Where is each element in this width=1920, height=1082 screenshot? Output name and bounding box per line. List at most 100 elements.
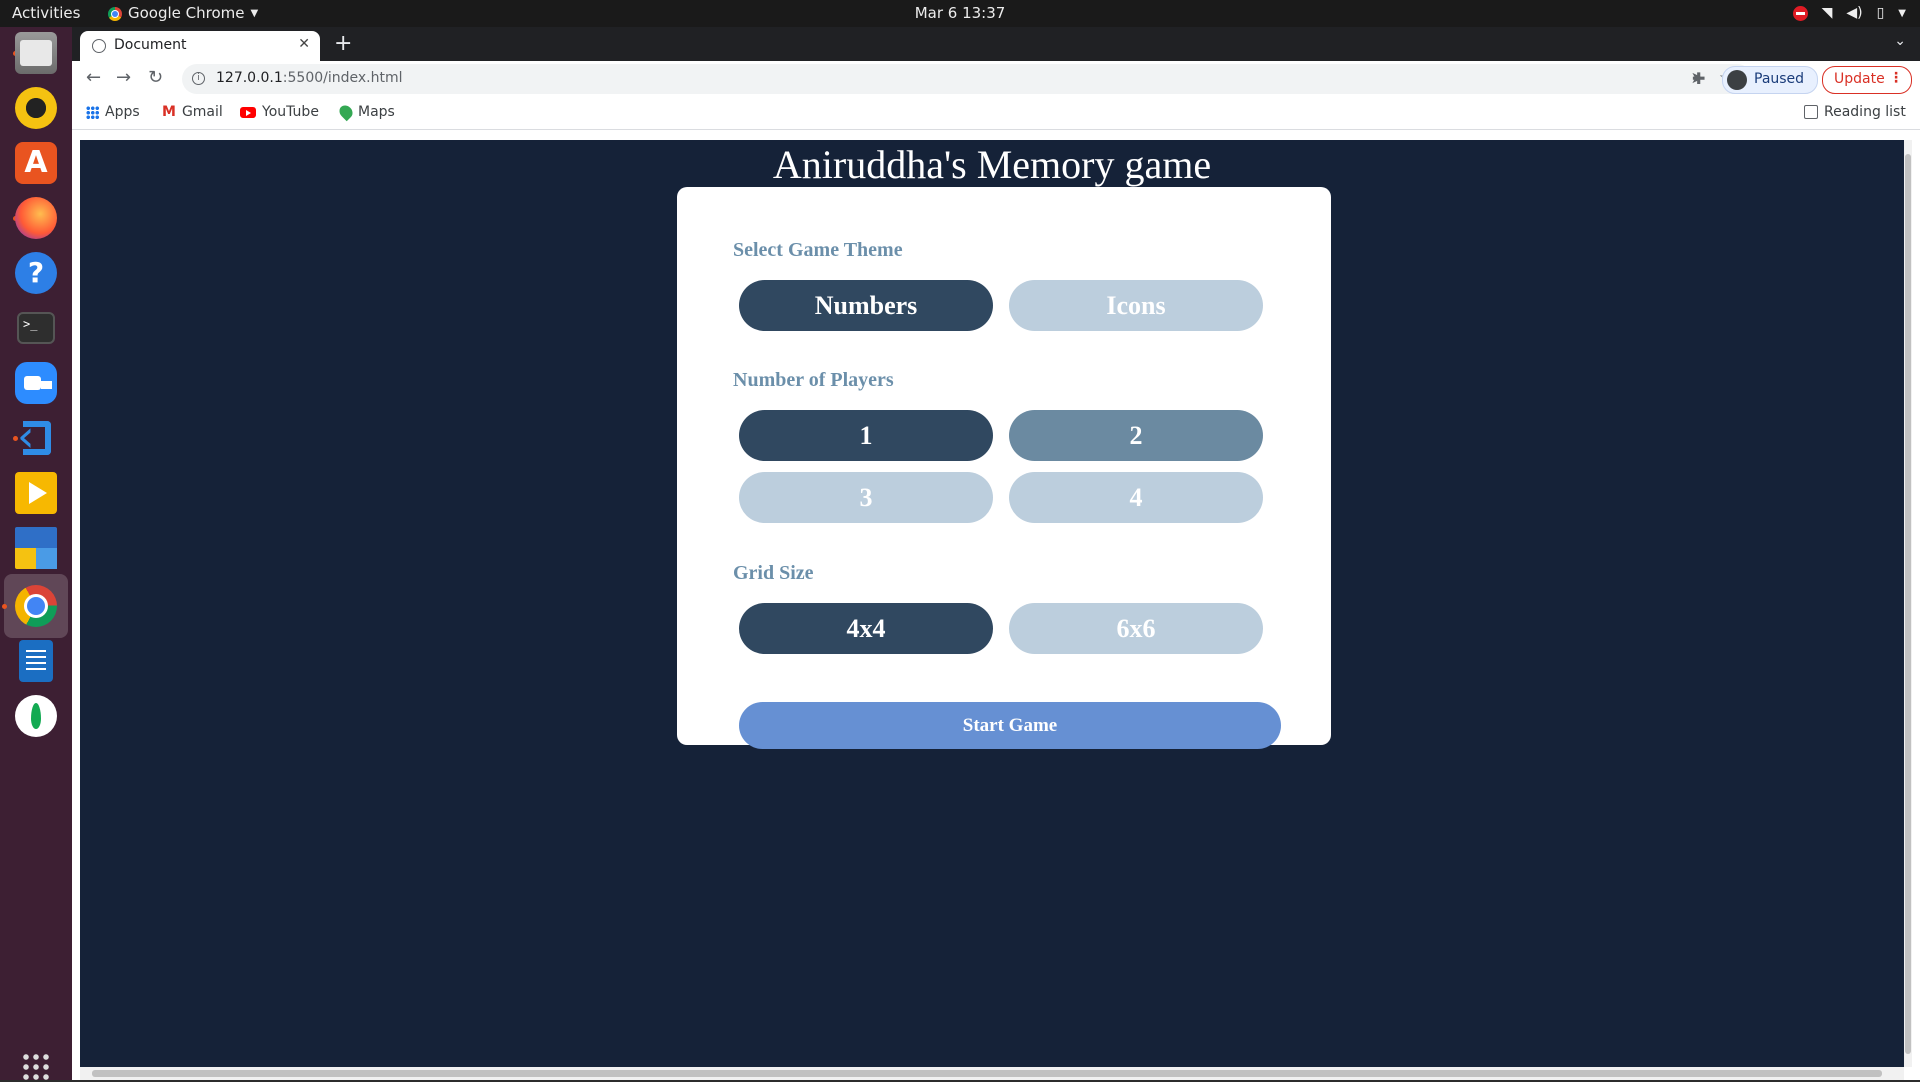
avatar (1727, 70, 1747, 90)
dock-slides[interactable] (10, 467, 62, 519)
dock-vscode[interactable] (10, 411, 62, 464)
dock-firefox[interactable] (10, 192, 62, 244)
more-vert-icon: ⋮ (1889, 70, 1903, 86)
youtube-icon (240, 106, 256, 118)
maps-icon (336, 102, 356, 122)
do-not-disturb-icon (1792, 6, 1808, 21)
volume-icon: ◀) (1846, 5, 1863, 21)
scrollbar-thumb[interactable] (1905, 154, 1911, 1054)
bookmark-youtube[interactable]: YouTube (240, 104, 319, 120)
horizontal-scrollbar[interactable] (80, 1067, 1904, 1080)
system-top-bar: Activities Google Chrome ▼ Mar 6 13:37 ◥… (0, 0, 1920, 27)
dock-writer[interactable] (10, 635, 62, 687)
url-host: 127.0.0.1 (216, 70, 283, 86)
clock-area: Mar 6 13:37 (0, 0, 1920, 27)
apps-grid-icon (86, 105, 99, 119)
grid-size-label: Grid Size (733, 562, 814, 584)
players-label: Number of Players (733, 369, 894, 391)
show-apps-grid-icon[interactable] (21, 1052, 51, 1082)
gmail-icon: M (162, 104, 176, 120)
blocks-app-icon (15, 527, 57, 569)
dock-chrome[interactable] (2, 574, 68, 638)
theme-numbers-button[interactable]: Numbers (739, 280, 993, 331)
chevron-down-icon[interactable]: ⌄ (1894, 33, 1906, 49)
profile-label: Paused (1754, 71, 1805, 87)
update-label: Update (1834, 71, 1885, 87)
clock[interactable]: Mar 6 13:37 (915, 4, 1006, 22)
chrome-icon (108, 6, 122, 21)
rhythmbox-icon (15, 87, 57, 129)
bookmark-label: Gmail (181, 104, 223, 120)
players-2-button[interactable]: 2 (1009, 410, 1263, 461)
vscode-icon (15, 411, 57, 462)
zoom-icon (15, 362, 57, 404)
bookmark-label: Maps (358, 104, 395, 120)
bookmark-label: Apps (105, 104, 140, 120)
dock-rhythmbox[interactable] (10, 82, 62, 134)
url-path: :5500/index.html (282, 70, 403, 86)
players-4-button[interactable]: 4 (1009, 472, 1263, 523)
dock-software[interactable]: A (10, 137, 62, 189)
dock-zoom[interactable] (10, 357, 62, 409)
theme-icons-button[interactable]: Icons (1009, 280, 1263, 331)
terminal-icon: >_ (17, 312, 55, 344)
game-setup-card: Select Game Theme Numbers Icons Number o… (677, 187, 1331, 749)
info-icon[interactable]: i (192, 72, 205, 85)
activities-button[interactable]: Activities (12, 0, 80, 27)
profile-button[interactable]: Paused (1722, 66, 1818, 94)
help-icon: ? (15, 252, 57, 294)
dock-files[interactable] (10, 27, 62, 79)
puzzle-icon[interactable]: ✚ (1692, 69, 1705, 88)
firefox-icon (15, 197, 57, 239)
bookmark-label: YouTube (262, 104, 319, 120)
reading-list-button[interactable]: Reading list (1804, 104, 1906, 120)
grid-4x4-button[interactable]: 4x4 (739, 603, 993, 654)
battery-icon: ▯ (1876, 5, 1885, 21)
bookmarks-bar: Apps M Gmail YouTube Maps Reading list (72, 97, 1920, 130)
writer-icon (19, 640, 53, 682)
start-game-button[interactable]: Start Game (739, 702, 1281, 749)
tab-title: Document (114, 37, 187, 53)
grid-6x6-button[interactable]: 6x6 (1009, 603, 1263, 654)
slides-icon (15, 472, 57, 514)
page-title: Aniruddha's Memory game (772, 142, 1212, 187)
tab-document[interactable]: Document ✕ (80, 31, 320, 61)
address-bar[interactable]: i 127.0.0.1:5500/index.html ➤ ☆ (182, 64, 1752, 94)
reading-list-icon (1804, 105, 1818, 119)
caret-down-icon: ▼ (1898, 8, 1906, 19)
dock-blocks[interactable] (10, 522, 62, 574)
vertical-scrollbar[interactable] (1904, 140, 1912, 1067)
dock-mongodb[interactable] (10, 690, 62, 742)
system-tray[interactable]: ◥ ◀) ▯ ▼ (1792, 0, 1906, 27)
url-text: 127.0.0.1:5500/index.html (216, 70, 403, 86)
back-icon[interactable]: ← (86, 67, 101, 88)
app-menu[interactable]: Google Chrome ▼ (108, 0, 258, 27)
players-3-button[interactable]: 3 (739, 472, 993, 523)
forward-icon[interactable]: → (116, 67, 131, 88)
bookmark-gmail[interactable]: M Gmail (162, 104, 223, 120)
bookmark-maps[interactable]: Maps (336, 102, 395, 122)
software-center-icon: A (15, 142, 57, 184)
wifi-icon: ◥ (1821, 5, 1833, 21)
update-button[interactable]: Update ⋮ (1822, 66, 1912, 94)
browser-toolbar: ← → ↻ i 127.0.0.1:5500/index.html ➤ ☆ ✚ … (72, 61, 1920, 97)
close-tab-icon[interactable]: ✕ (298, 36, 310, 52)
mongodb-icon (15, 695, 57, 737)
tab-strip: Document ✕ + ⌄ (72, 27, 1920, 61)
reading-list-label: Reading list (1824, 104, 1906, 120)
new-tab-icon[interactable]: + (334, 31, 352, 56)
bookmark-apps[interactable]: Apps (86, 104, 140, 120)
chrome-icon (15, 585, 57, 627)
app-menu-label: Google Chrome (128, 4, 245, 22)
files-icon (15, 32, 57, 74)
players-1-button[interactable]: 1 (739, 410, 993, 461)
dock-help[interactable]: ? (10, 247, 62, 299)
running-indicator (2, 604, 7, 609)
theme-label: Select Game Theme (733, 239, 903, 261)
reload-icon[interactable]: ↻ (148, 67, 163, 88)
dock: A ? >_ (0, 27, 72, 1082)
dock-terminal[interactable]: >_ (10, 302, 62, 354)
caret-down-icon: ▼ (250, 8, 259, 19)
scrollbar-thumb[interactable] (92, 1070, 1882, 1077)
globe-icon (92, 39, 106, 53)
